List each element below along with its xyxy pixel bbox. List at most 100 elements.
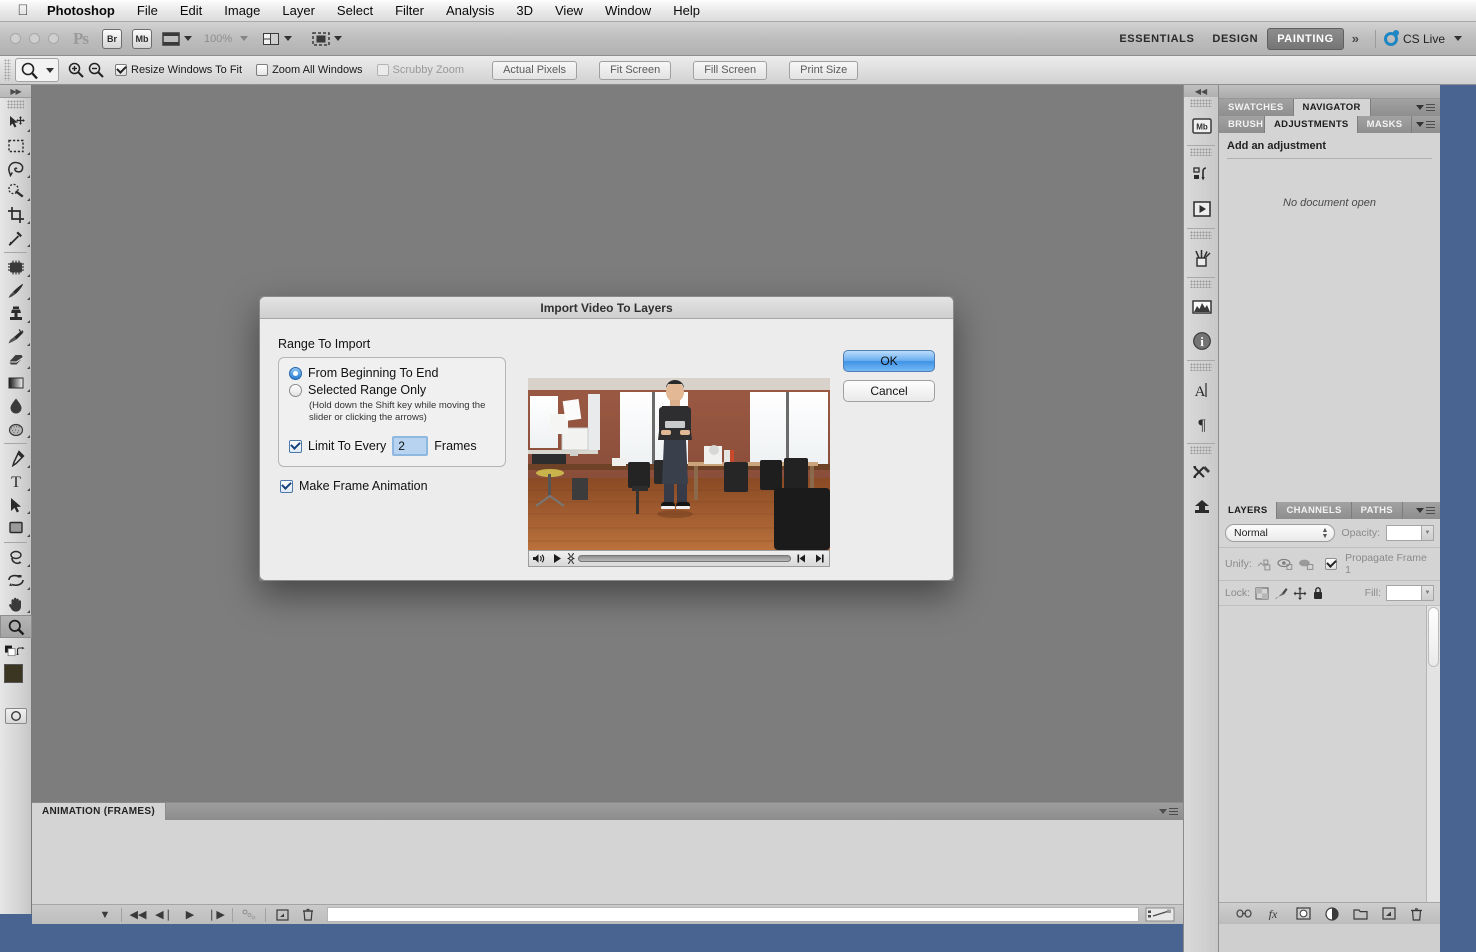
tab-swatches[interactable]: SWATCHES [1219, 99, 1294, 116]
pen-tool[interactable] [0, 447, 32, 470]
layers-list[interactable] [1219, 605, 1440, 902]
menu-item-analysis[interactable]: Analysis [435, 2, 505, 20]
zoom-all-windows-checkbox[interactable] [256, 64, 269, 76]
limit-to-every-checkbox[interactable] [289, 439, 302, 453]
looping-options-dropdown[interactable]: ▼ [92, 905, 118, 925]
minimize-button[interactable] [29, 33, 40, 44]
tab-adjustments[interactable]: ADJUSTMENTS [1265, 116, 1358, 133]
workspace-essentials[interactable]: ESSENTIALS [1110, 29, 1203, 49]
blur-tool[interactable] [0, 394, 32, 417]
rectangular-marquee-tool[interactable] [0, 134, 32, 157]
link-layers-icon[interactable] [1236, 908, 1252, 919]
menu-item-help[interactable]: Help [662, 2, 711, 20]
resize-windows-checkbox[interactable] [115, 64, 127, 76]
play-animation-button[interactable]: ▶ [177, 905, 203, 925]
brush-tool[interactable] [0, 279, 32, 302]
zoom-tool[interactable] [0, 615, 32, 638]
actual-pixels-button[interactable]: Actual Pixels [492, 60, 578, 80]
clone-source-icon[interactable] [1184, 490, 1220, 524]
layers-panel-menu-icon[interactable] [1426, 505, 1435, 516]
menu-item-3d[interactable]: 3D [505, 2, 544, 20]
speaker-icon[interactable] [531, 552, 546, 565]
zoom-window-button[interactable] [48, 33, 59, 44]
character-icon[interactable]: A [1184, 373, 1220, 407]
video-scrubber-track[interactable] [578, 555, 791, 562]
step-forward-icon[interactable] [812, 552, 827, 565]
resize-windows-to-fit-option[interactable]: Resize Windows To Fit [115, 64, 242, 76]
step-backward-icon[interactable] [794, 552, 809, 565]
toolbar-grip[interactable] [7, 100, 24, 109]
selected-range-radio[interactable] [289, 383, 302, 397]
horizontal-type-tool[interactable]: T [0, 470, 32, 493]
selected-range-only-option[interactable]: Selected Range Only [289, 383, 495, 397]
menu-item-image[interactable]: Image [213, 2, 271, 20]
tab-masks[interactable]: MASKS [1358, 116, 1412, 133]
lock-all-icon[interactable] [1312, 586, 1324, 600]
launch-mini-bridge-button[interactable]: Mb [132, 28, 152, 49]
eraser-tool[interactable] [0, 348, 32, 371]
cs-live-menu[interactable]: CS Live [1383, 29, 1476, 46]
menu-item-file[interactable]: File [126, 2, 169, 20]
ok-button[interactable]: OK [843, 350, 935, 372]
lasso-tool[interactable] [0, 157, 32, 180]
duplicate-frame-button[interactable] [269, 905, 295, 925]
rectangle-tool[interactable] [0, 516, 32, 539]
screen-mode-button[interactable] [262, 31, 293, 47]
dock-expand-button[interactable]: ◀◀ [1184, 85, 1218, 97]
menu-item-edit[interactable]: Edit [169, 2, 213, 20]
tab-brush-presets[interactable]: BRUSH PR [1219, 116, 1265, 133]
menu-item-layer[interactable]: Layer [271, 2, 326, 20]
tab-layers[interactable]: LAYERS [1219, 502, 1278, 519]
move-tool[interactable] [0, 111, 32, 134]
arrange-documents-button[interactable] [312, 31, 343, 47]
make-frame-animation-checkbox[interactable] [280, 479, 293, 493]
blend-mode-select[interactable]: Normal ▲ ▼ [1225, 524, 1336, 542]
new-group-icon[interactable] [1353, 908, 1368, 920]
menu-item-select[interactable]: Select [326, 2, 384, 20]
tween-frames-button[interactable] [236, 905, 262, 925]
fit-screen-button[interactable]: Fit Screen [599, 60, 672, 80]
fill-stepper-icon[interactable]: ▼ [1422, 585, 1434, 601]
mini-bridge-icon[interactable]: Mb [1184, 109, 1220, 143]
fill-input[interactable] [1386, 585, 1422, 601]
convert-to-timeline-icon[interactable] [1145, 907, 1183, 922]
scrollbar-thumb[interactable] [1428, 607, 1439, 667]
delete-frame-button[interactable] [295, 905, 321, 925]
launch-bridge-button[interactable]: Br [102, 28, 122, 49]
opacity-input[interactable] [1386, 525, 1422, 541]
lock-transparent-pixels-icon[interactable] [1255, 587, 1269, 600]
gradient-tool[interactable] [0, 371, 32, 394]
spot-healing-brush-tool[interactable] [0, 256, 32, 279]
dock-header[interactable] [1219, 85, 1440, 99]
close-button[interactable] [10, 33, 21, 44]
zoom-out-button[interactable] [87, 61, 105, 79]
from-beginning-radio[interactable] [289, 366, 302, 380]
animation-timeline-track[interactable] [327, 907, 1139, 922]
quick-selection-tool[interactable] [0, 180, 32, 203]
propagate-frame-option[interactable]: Propagate Frame 1 [1325, 552, 1434, 576]
workspace-painting[interactable]: PAINTING [1267, 27, 1344, 50]
toolbar-collapse-button[interactable]: ▶▶ [0, 85, 31, 98]
unify-position-icon[interactable] [1257, 557, 1272, 571]
new-layer-icon[interactable] [1382, 907, 1396, 920]
layers-scrollbar[interactable] [1426, 606, 1440, 902]
info-icon[interactable]: i [1184, 324, 1220, 358]
apple-icon[interactable]:  [10, 3, 36, 18]
hand-tool[interactable] [0, 592, 32, 615]
tab-navigator[interactable]: NAVIGATOR [1293, 99, 1371, 116]
path-selection-tool[interactable] [0, 493, 32, 516]
delete-layer-icon[interactable] [1410, 907, 1423, 921]
history-brush-tool[interactable] [0, 325, 32, 348]
panel-menu-icon[interactable] [1155, 806, 1178, 817]
menu-item-view[interactable]: View [544, 2, 594, 20]
layer-mask-icon[interactable] [1296, 907, 1311, 920]
crop-tool[interactable] [0, 203, 32, 226]
animation-frames-list[interactable] [32, 820, 1183, 904]
scrubber-handle-icon[interactable] [567, 552, 575, 565]
video-preview[interactable] [528, 378, 830, 550]
adjustments-panel-menu-icon[interactable] [1426, 119, 1435, 130]
tool-presets-icon[interactable] [1184, 456, 1220, 490]
zoom-in-button[interactable] [67, 61, 85, 79]
unify-visibility-icon[interactable] [1277, 557, 1294, 571]
play-icon[interactable] [549, 552, 564, 565]
